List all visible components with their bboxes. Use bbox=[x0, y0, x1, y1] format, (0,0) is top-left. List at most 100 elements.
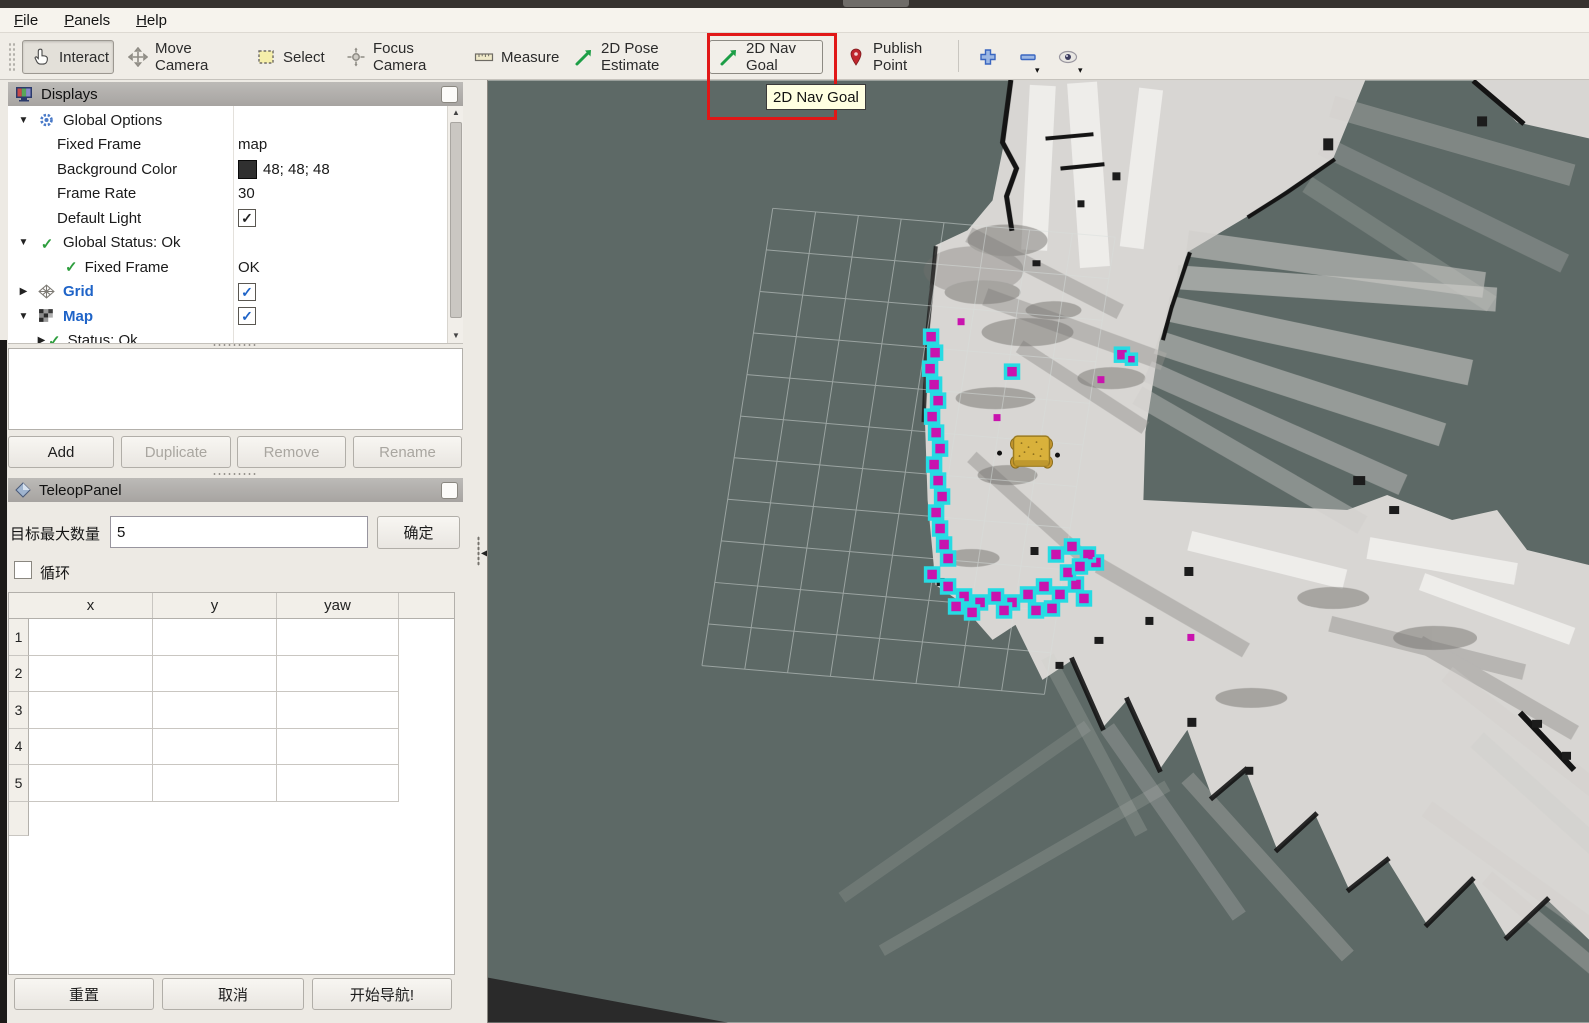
nav-goal-tool-button[interactable]: 2D Nav Goal bbox=[709, 40, 823, 74]
status-ok-check-icon: ✓ bbox=[48, 332, 61, 344]
column-header-yaw[interactable]: yaw bbox=[277, 593, 399, 618]
window-top-strip bbox=[0, 0, 1589, 8]
tree-row-global-status[interactable]: ▼ ✓ Global Status: Ok bbox=[8, 231, 447, 256]
expand-arrow-icon[interactable]: ▶ bbox=[35, 335, 48, 344]
collapse-arrow-icon[interactable]: ▼ bbox=[17, 115, 30, 126]
select-tool-button[interactable]: Select bbox=[246, 40, 322, 74]
tree-row-map[interactable]: ▼ Map ✓ bbox=[8, 304, 447, 329]
interact-tool-button[interactable]: Interact bbox=[22, 40, 114, 74]
ruler-icon bbox=[474, 47, 494, 67]
measure-tool-button[interactable]: Measure bbox=[464, 40, 554, 74]
move-camera-tool-button[interactable]: Move Camera bbox=[118, 40, 230, 74]
panel-splitter[interactable] bbox=[477, 536, 480, 566]
row-header[interactable]: 2 bbox=[9, 656, 29, 693]
tree-row-fixed-frame-status[interactable]: ✓ Fixed Frame OK bbox=[8, 255, 447, 280]
tree-row-grid[interactable]: ▶ Grid ✓ bbox=[8, 280, 447, 305]
tree-row-global-options[interactable]: ▼ Global Options bbox=[8, 108, 447, 133]
panel-float-button[interactable] bbox=[441, 482, 458, 499]
displays-scrollbar[interactable]: ▲ ▼ bbox=[447, 106, 463, 343]
row-header[interactable]: 5 bbox=[9, 765, 29, 802]
expand-arrow-icon[interactable]: ▶ bbox=[17, 286, 30, 297]
zoom-out-dropdown-caret[interactable]: ▾ bbox=[1035, 66, 1040, 75]
menu-help[interactable]: Help bbox=[136, 12, 167, 29]
selection-box-icon bbox=[256, 47, 276, 67]
grid-checkbox[interactable]: ✓ bbox=[238, 283, 256, 301]
cell-y-4[interactable] bbox=[153, 729, 277, 766]
green-arrow-icon bbox=[574, 47, 594, 67]
menu-panels[interactable]: Panels bbox=[64, 12, 110, 29]
panel-title: TeleopPanel bbox=[39, 482, 122, 499]
fixed-frame-value[interactable]: map bbox=[238, 136, 267, 153]
max-goal-input[interactable] bbox=[110, 516, 368, 548]
scrollbar-thumb[interactable] bbox=[450, 122, 462, 318]
cell-yaw-4[interactable] bbox=[277, 729, 399, 766]
fixed-frame-status-value: OK bbox=[238, 259, 260, 276]
cancel-button[interactable]: 取消 bbox=[162, 978, 304, 1010]
3d-viewport-canvas[interactable] bbox=[487, 80, 1589, 1023]
panel-float-button[interactable] bbox=[441, 86, 458, 103]
tool-label: Move Camera bbox=[155, 40, 220, 74]
cell-x-5[interactable] bbox=[29, 765, 153, 802]
collapse-arrow-icon[interactable]: ▼ bbox=[17, 237, 30, 248]
column-header-x[interactable]: x bbox=[29, 593, 153, 618]
goals-table[interactable]: x y yaw 1 2 3 4 5 bbox=[8, 592, 455, 975]
cell-x-3[interactable] bbox=[29, 692, 153, 729]
zoom-in-button[interactable] bbox=[974, 44, 1002, 70]
view-dropdown-caret[interactable]: ▾ bbox=[1078, 66, 1083, 75]
cell-yaw-3[interactable] bbox=[277, 692, 399, 729]
splitter-dots[interactable] bbox=[212, 343, 256, 347]
tree-row-fixed-frame[interactable]: Fixed Frame map bbox=[8, 133, 447, 158]
tree-row-frame-rate[interactable]: Frame Rate 30 bbox=[8, 182, 447, 207]
pose-estimate-tool-button[interactable]: 2D Pose Estimate bbox=[564, 40, 698, 74]
displays-panel-titlebar[interactable]: Displays bbox=[8, 82, 463, 106]
toolbar-grip[interactable] bbox=[8, 42, 15, 72]
cell-y-3[interactable] bbox=[153, 692, 277, 729]
rename-button[interactable]: Rename bbox=[353, 436, 462, 468]
tooltip-text: 2D Nav Goal bbox=[773, 89, 859, 106]
scroll-up-arrow-icon[interactable]: ▲ bbox=[448, 106, 464, 120]
splitter-dots[interactable] bbox=[212, 472, 256, 476]
cell-yaw-2[interactable] bbox=[277, 656, 399, 693]
loop-checkbox[interactable] bbox=[14, 561, 32, 579]
nav-goal-tooltip: 2D Nav Goal bbox=[766, 84, 866, 110]
cell-x-2[interactable] bbox=[29, 656, 153, 693]
tree-row-map-status[interactable]: ▶ ✓ Status: Ok bbox=[8, 329, 447, 345]
cell-y-2[interactable] bbox=[153, 656, 277, 693]
frame-rate-value[interactable]: 30 bbox=[238, 185, 255, 202]
remove-button[interactable]: Remove bbox=[237, 436, 346, 468]
green-arrow-icon bbox=[719, 47, 739, 67]
duplicate-button[interactable]: Duplicate bbox=[121, 436, 231, 468]
hand-pointer-icon bbox=[32, 47, 52, 67]
status-ok-check-icon: ✓ bbox=[38, 235, 56, 251]
map-checkbox[interactable]: ✓ bbox=[238, 307, 256, 325]
row-header[interactable]: 3 bbox=[9, 692, 29, 729]
column-header-y[interactable]: y bbox=[153, 593, 277, 618]
background-color-value[interactable]: 48; 48; 48 bbox=[238, 160, 330, 179]
default-light-checkbox[interactable]: ✓ bbox=[238, 209, 256, 227]
menu-file[interactable]: File bbox=[14, 12, 38, 29]
displays-tree[interactable]: ▼ Global Options Fixed Frame map Backgro… bbox=[8, 106, 463, 344]
move-arrows-icon bbox=[128, 47, 148, 67]
cell-yaw-1[interactable] bbox=[277, 619, 399, 656]
reset-button[interactable]: 重置 bbox=[14, 978, 154, 1010]
cell-x-1[interactable] bbox=[29, 619, 153, 656]
row-header[interactable]: 4 bbox=[9, 729, 29, 766]
teleop-panel-titlebar[interactable]: TeleopPanel bbox=[8, 478, 463, 502]
cell-y-5[interactable] bbox=[153, 765, 277, 802]
tree-row-background-color[interactable]: Background Color 48; 48; 48 bbox=[8, 157, 447, 182]
cell-yaw-5[interactable] bbox=[277, 765, 399, 802]
tree-row-default-light[interactable]: Default Light ✓ bbox=[8, 206, 447, 231]
start-navigation-button[interactable]: 开始导航! bbox=[312, 978, 452, 1010]
confirm-button[interactable]: 确定 bbox=[377, 516, 460, 549]
add-button[interactable]: Add bbox=[8, 436, 114, 468]
left-dock-area: Displays ▼ Global Options Fixed Frame ma… bbox=[0, 80, 487, 1023]
cell-y-1[interactable] bbox=[153, 619, 277, 656]
focus-camera-tool-button[interactable]: Focus Camera bbox=[336, 40, 452, 74]
cell-x-4[interactable] bbox=[29, 729, 153, 766]
window-title-fragment bbox=[843, 0, 909, 7]
scroll-down-arrow-icon[interactable]: ▼ bbox=[448, 329, 464, 343]
collapse-arrow-icon[interactable]: ▼ bbox=[17, 311, 30, 322]
row-header[interactable]: 1 bbox=[9, 619, 29, 656]
tool-label: Publish Point bbox=[873, 40, 938, 74]
publish-point-tool-button[interactable]: Publish Point bbox=[836, 40, 948, 74]
